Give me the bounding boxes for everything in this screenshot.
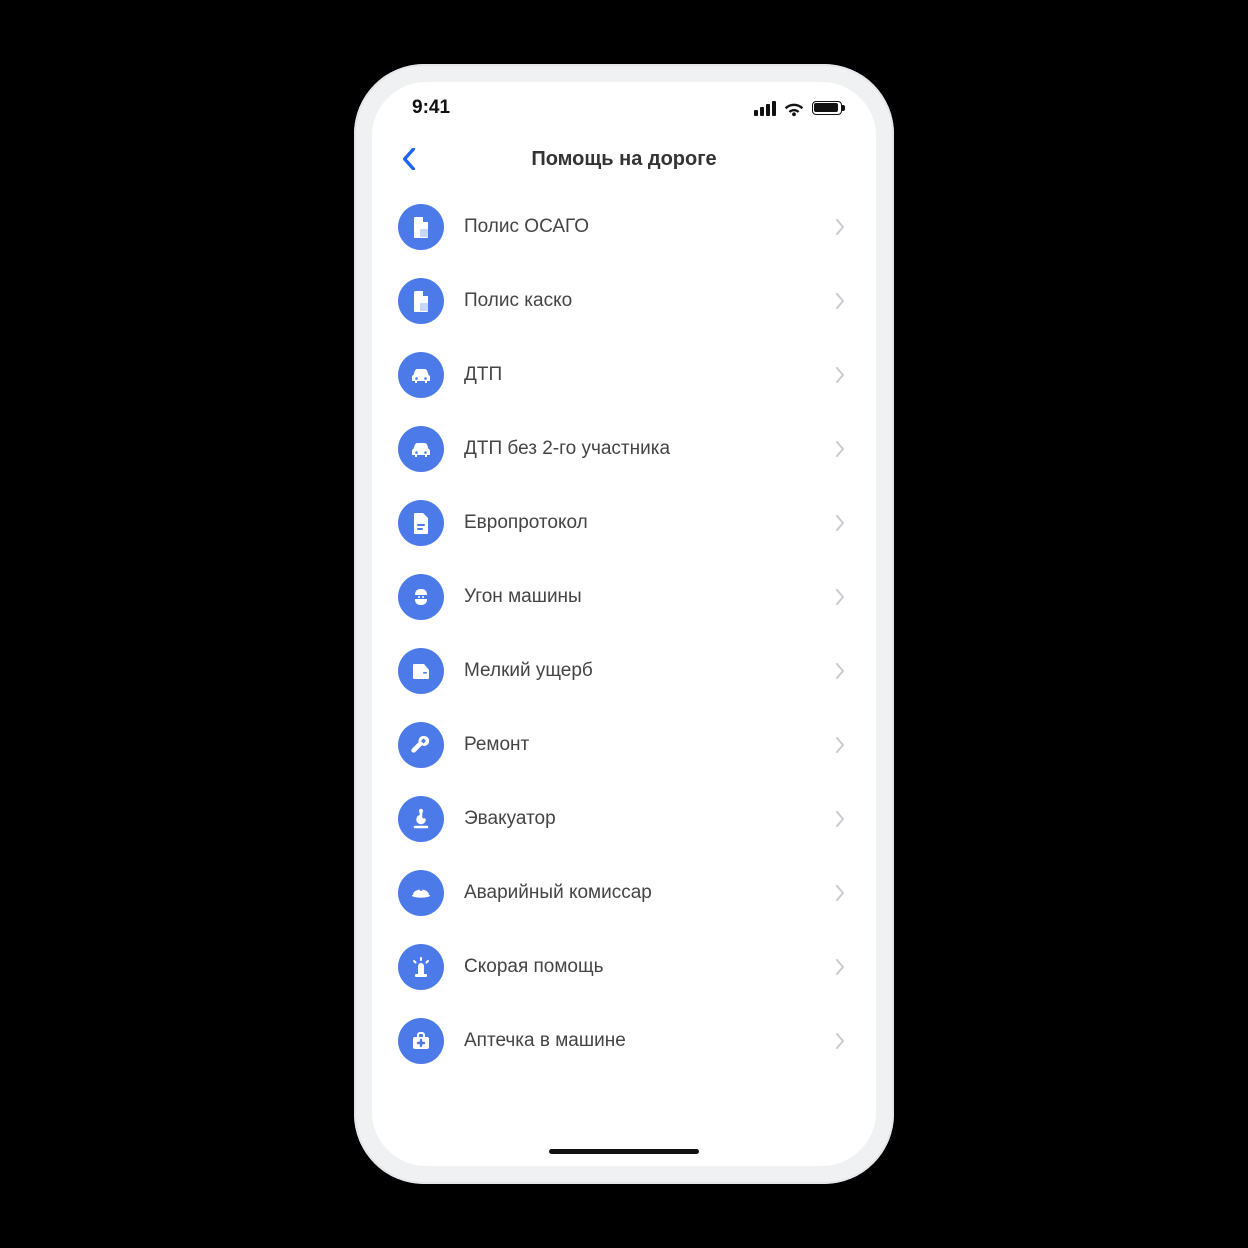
status-time: 9:41	[412, 97, 450, 119]
list-item-label: Полис ОСАГО	[444, 216, 830, 238]
list-item[interactable]: Угон машины	[372, 560, 876, 634]
chevron-right-icon	[830, 293, 850, 309]
list-item-label: Мелкий ущерб	[444, 660, 830, 682]
document-icon	[398, 278, 444, 324]
back-button[interactable]	[392, 142, 426, 176]
status-bar: 9:41	[372, 82, 876, 134]
wifi-icon	[784, 101, 804, 115]
menu-list: Полис ОСАГО Полис каско ДТП ДТП без 2-го…	[372, 184, 876, 1166]
list-item[interactable]: Мелкий ущерб	[372, 634, 876, 708]
chevron-right-icon	[830, 589, 850, 605]
list-item-label: Эвакуатор	[444, 808, 830, 830]
hook-icon	[398, 796, 444, 842]
cap-icon	[398, 870, 444, 916]
page-title: Помощь на дороге	[531, 148, 716, 171]
wrench-icon	[398, 722, 444, 768]
cars-icon	[398, 352, 444, 398]
status-right	[754, 101, 842, 116]
form-icon	[398, 500, 444, 546]
list-item[interactable]: Ремонт	[372, 708, 876, 782]
chevron-right-icon	[830, 811, 850, 827]
thief-icon	[398, 574, 444, 620]
list-item-label: Ремонт	[444, 734, 830, 756]
list-item[interactable]: Полис ОСАГО	[372, 190, 876, 264]
chevron-right-icon	[830, 219, 850, 235]
list-item[interactable]: Скорая помощь	[372, 930, 876, 1004]
list-item[interactable]: Аптечка в машине	[372, 1004, 876, 1078]
chevron-right-icon	[830, 663, 850, 679]
cars-icon	[398, 426, 444, 472]
chevron-right-icon	[830, 885, 850, 901]
screen: 9:41 Помощь на дороге Полис ОСАГО	[372, 82, 876, 1166]
kit-icon	[398, 1018, 444, 1064]
home-indicator	[549, 1149, 699, 1154]
list-item-label: ДТП без 2-го участника	[444, 438, 830, 460]
list-item-label: Европротокол	[444, 512, 830, 534]
chevron-right-icon	[830, 1033, 850, 1049]
phone-frame: 9:41 Помощь на дороге Полис ОСАГО	[354, 64, 894, 1184]
list-item[interactable]: Аварийный комиссар	[372, 856, 876, 930]
list-item-label: Полис каско	[444, 290, 830, 312]
chevron-right-icon	[830, 737, 850, 753]
document-icon	[398, 204, 444, 250]
list-item-label: Скорая помощь	[444, 956, 830, 978]
list-item[interactable]: ДТП	[372, 338, 876, 412]
list-item[interactable]: Эвакуатор	[372, 782, 876, 856]
list-item-label: Аптечка в машине	[444, 1030, 830, 1052]
list-item[interactable]: Полис каско	[372, 264, 876, 338]
chevron-right-icon	[830, 515, 850, 531]
battery-icon	[812, 101, 842, 115]
chevron-right-icon	[830, 367, 850, 383]
list-item-label: Аварийный комиссар	[444, 882, 830, 904]
list-item-label: ДТП	[444, 364, 830, 386]
cellular-icon	[754, 101, 776, 116]
door-icon	[398, 648, 444, 694]
list-item[interactable]: Европротокол	[372, 486, 876, 560]
list-item[interactable]: ДТП без 2-го участника	[372, 412, 876, 486]
list-item-label: Угон машины	[444, 586, 830, 608]
nav-bar: Помощь на дороге	[372, 134, 876, 184]
beacon-icon	[398, 944, 444, 990]
chevron-right-icon	[830, 959, 850, 975]
chevron-right-icon	[830, 441, 850, 457]
chevron-left-icon	[402, 148, 416, 170]
